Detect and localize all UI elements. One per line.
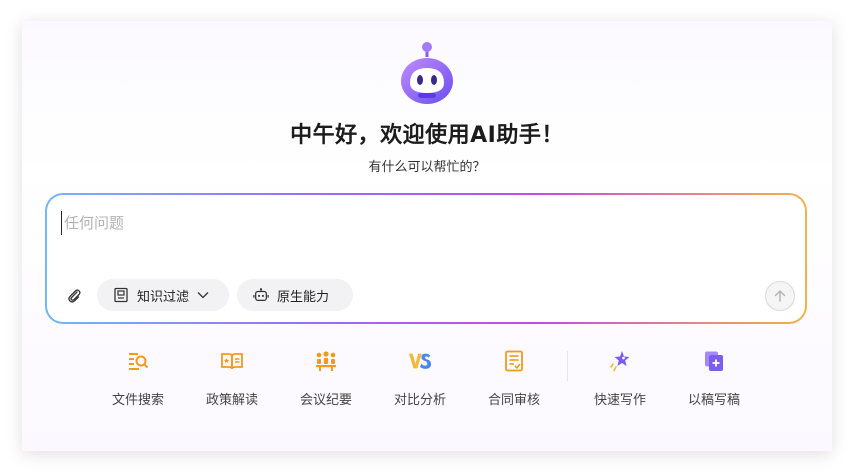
tool-label: 文件搜索 (111, 393, 164, 408)
draft-copy-icon (702, 349, 726, 373)
robot-mascot-icon (401, 42, 453, 104)
attachment-button[interactable] (65, 287, 83, 305)
tool-policy-interpret[interactable]: 政策解读 (192, 347, 272, 413)
tool-label: 政策解读 (205, 393, 258, 408)
tool-label: 会议纪要 (299, 393, 352, 408)
tool-label: 快速写作 (593, 393, 646, 408)
tool-label: 对比分析 (393, 393, 446, 408)
paperclip-icon (68, 289, 81, 303)
quick-write-icon (608, 349, 632, 373)
knowledge-filter-dropdown[interactable]: 知识过滤 (97, 279, 229, 311)
vs-compare-icon (408, 349, 432, 373)
greeting-subtitle: 有什么可以帮忙的？ (368, 160, 486, 175)
question-input[interactable] (61, 211, 661, 235)
tool-label: 合同审核 (487, 393, 540, 408)
greeting-title: 中午好，欢迎使用AI助手！ (290, 123, 564, 148)
chat-input-inner: 知识过滤 原生能力 (47, 195, 805, 322)
bot-icon (253, 287, 269, 303)
tool-contract-review[interactable]: 合同审核 (474, 347, 554, 413)
tools-divider (567, 351, 568, 381)
knowledge-filter-label: 知识过滤 (137, 289, 190, 305)
knowledge-base-icon (113, 287, 129, 303)
arrow-up-icon (774, 289, 786, 302)
contract-review-icon (502, 349, 526, 373)
chevron-down-icon (197, 291, 209, 299)
tool-quick-write[interactable]: 快速写作 (580, 347, 660, 413)
tool-draft-rewrite[interactable]: 以稿写稿 (674, 347, 754, 413)
send-button[interactable] (765, 281, 795, 311)
tool-compare-analysis[interactable]: 对比分析 (380, 347, 460, 413)
tool-meeting-minutes[interactable]: 会议纪要 (286, 347, 366, 413)
tool-label: 以稿写稿 (687, 393, 740, 408)
file-search-icon (126, 349, 150, 373)
quick-tools-bar: 文件搜索 政策解读 会议纪要 对比分析 合同审核 快速写作 以稿写稿 (22, 347, 832, 417)
meeting-icon (314, 349, 338, 373)
policy-book-icon (220, 349, 244, 373)
assistant-card: 中午好，欢迎使用AI助手！ 有什么可以帮忙的？ 知识过滤 (22, 21, 832, 451)
chat-input-box: 知识过滤 原生能力 (45, 193, 807, 324)
native-ability-label: 原生能力 (277, 289, 330, 305)
tool-file-search[interactable]: 文件搜索 (98, 347, 178, 413)
native-ability-button[interactable]: 原生能力 (237, 279, 353, 311)
